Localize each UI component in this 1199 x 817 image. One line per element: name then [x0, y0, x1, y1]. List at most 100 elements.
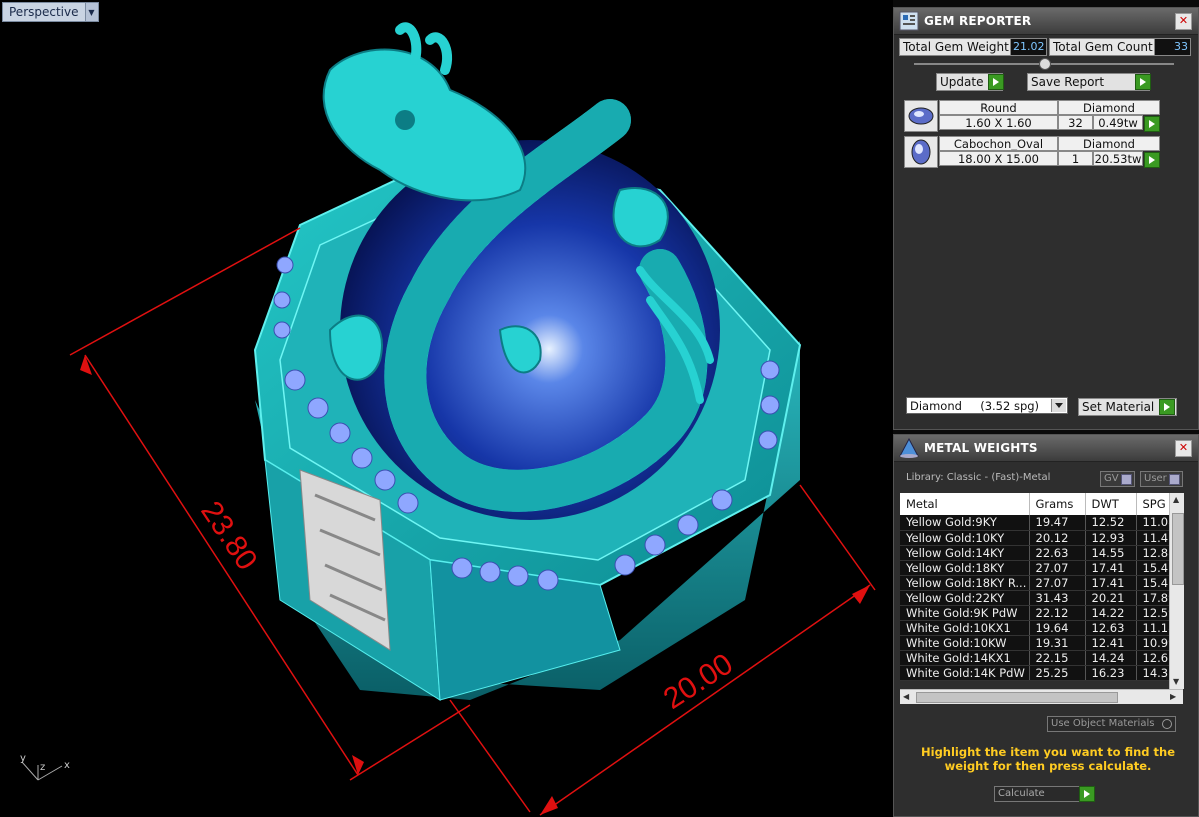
chevron-down-icon[interactable]: [1051, 399, 1066, 412]
table-cell: 12.41: [1085, 635, 1137, 651]
total-gem-weight-label: Total Gem Weight: [899, 38, 1013, 56]
column-header[interactable]: Grams: [1029, 493, 1086, 515]
ring-render: 23.80 20.00 y z x: [20, 22, 876, 816]
table-cell: 12.93: [1085, 530, 1137, 546]
material-select[interactable]: Diamond (3.52 spg): [906, 397, 1068, 414]
table-cell: 14.24: [1085, 650, 1137, 666]
table-row[interactable]: White Gold:14K PdW 25.25 16.23 14.37: [900, 665, 1177, 681]
perspective-viewport[interactable]: 23.80 20.00 y z x Perspective ▼: [0, 0, 893, 817]
save-report-button[interactable]: Save Report: [1027, 73, 1150, 91]
table-cell: Yellow Gold:9KY: [900, 515, 1030, 531]
scroll-left-icon[interactable]: ◀: [903, 692, 909, 701]
gem-row-go-icon[interactable]: [1144, 116, 1160, 132]
viewport-tab[interactable]: Perspective ▼: [2, 2, 99, 22]
radio-icon[interactable]: [1162, 719, 1172, 729]
gem-size: 18.00 X 15.00: [939, 151, 1058, 166]
scrollbar-thumb[interactable]: [1172, 513, 1184, 585]
gem-row-go-icon[interactable]: [1144, 152, 1160, 168]
table-cell: 27.07: [1029, 560, 1086, 576]
table-row[interactable]: White Gold:10KW 19.31 12.41 10.99: [900, 635, 1177, 651]
scroll-down-icon[interactable]: ▼: [1173, 677, 1179, 686]
column-header[interactable]: Metal: [900, 493, 1030, 515]
gem-material: Diamond: [1058, 136, 1160, 151]
update-go-icon[interactable]: [988, 74, 1004, 90]
close-icon[interactable]: ✕: [1175, 13, 1192, 30]
chevron-down-icon[interactable]: ▼: [84, 3, 98, 21]
table-row[interactable]: White Gold:14KX1 22.15 14.24 12.61: [900, 650, 1177, 666]
metal-weights-panel: METAL WEIGHTS ✕ Library: Classic - (Fast…: [893, 434, 1199, 817]
gem-shape: Round: [939, 100, 1058, 115]
total-gem-count-value: 33: [1154, 38, 1191, 56]
gem-weight: 20.53tw: [1093, 151, 1143, 166]
calculate-hint: Highlight the item you want to find the …: [921, 745, 1175, 773]
oval-gem-icon[interactable]: [904, 136, 938, 168]
use-object-materials-toggle[interactable]: Use Object Materials: [1047, 716, 1176, 732]
table-row[interactable]: Yellow Gold:9KY 19.47 12.52 11.08: [900, 515, 1177, 531]
gem-count: 1: [1058, 151, 1093, 166]
calculate-go-icon[interactable]: [1079, 786, 1095, 802]
table-cell: 19.31: [1029, 635, 1086, 651]
table-cell: 22.15: [1029, 650, 1086, 666]
viewport-tab-label: Perspective: [9, 5, 79, 19]
table-cell: 17.41: [1085, 560, 1137, 576]
table-cell: 19.64: [1029, 620, 1086, 636]
gem-size: 1.60 X 1.60: [939, 115, 1058, 130]
table-cell: Yellow Gold:10KY: [900, 530, 1030, 546]
table-row[interactable]: Yellow Gold:10KY 20.12 12.93 11.45: [900, 530, 1177, 546]
table-cell: 20.21: [1085, 590, 1137, 606]
table-cell: 25.25: [1029, 665, 1086, 681]
table-cell: White Gold:14KX1: [900, 650, 1030, 666]
gem-reporter-title: GEM REPORTER: [924, 14, 1032, 28]
table-cell: 20.12: [1029, 530, 1086, 546]
round-gem-icon[interactable]: [904, 100, 938, 132]
material-select-value: Diamond (3.52 spg): [910, 399, 1040, 413]
scrollbar-thumb[interactable]: [916, 692, 1118, 703]
gv-toggle[interactable]: GV: [1100, 471, 1135, 487]
scroll-up-icon[interactable]: ▲: [1173, 495, 1179, 504]
save-report-go-icon[interactable]: [1135, 74, 1151, 90]
table-cell: Yellow Gold:18KY R...: [900, 575, 1030, 591]
table-cell: 12.52: [1085, 515, 1137, 531]
table-cell: 27.07: [1029, 575, 1086, 591]
table-cell: 31.43: [1029, 590, 1086, 606]
dimension-width-label: 20.00: [658, 647, 739, 716]
horizontal-scrollbar[interactable]: ◀ ▶: [900, 689, 1183, 704]
table-cell: 12.63: [1085, 620, 1137, 636]
table-cell: White Gold:9K PdW: [900, 605, 1030, 621]
gem-reporter-titlebar: GEM REPORTER ✕: [894, 8, 1198, 35]
table-cell: Yellow Gold:22KY: [900, 590, 1030, 606]
vertical-scrollbar[interactable]: ▲ ▼: [1169, 493, 1184, 689]
table-cell: Yellow Gold:14KY: [900, 545, 1030, 561]
table-row[interactable]: Yellow Gold:18KY R... 27.07 17.41 15.41: [900, 575, 1177, 591]
total-gem-weight-value: 21.02: [1010, 38, 1047, 56]
table-row[interactable]: Yellow Gold:22KY 31.43 20.21 17.89: [900, 590, 1177, 606]
table-cell: 14.55: [1085, 545, 1137, 561]
scroll-right-icon[interactable]: ▶: [1170, 692, 1176, 701]
table-row[interactable]: White Gold:10KX1 19.64 12.63 11.18: [900, 620, 1177, 636]
user-toggle[interactable]: User: [1140, 471, 1183, 487]
table-row[interactable]: Yellow Gold:14KY 22.63 14.55 12.88: [900, 545, 1177, 561]
set-material-go-icon[interactable]: [1159, 399, 1175, 415]
set-material-button-label: Set Material: [1082, 400, 1155, 414]
close-icon[interactable]: ✕: [1175, 440, 1192, 457]
table-cell: White Gold:14K PdW: [900, 665, 1030, 681]
gem-shape: Cabochon_Oval: [939, 136, 1058, 151]
table-cell: White Gold:10KX1: [900, 620, 1030, 636]
use-object-materials-label: Use Object Materials: [1051, 718, 1155, 729]
gem-size-slider[interactable]: [914, 58, 1174, 70]
slider-handle[interactable]: [1039, 58, 1051, 70]
metal-weights-title: METAL WEIGHTS: [924, 441, 1038, 455]
toggle-icon: [1169, 474, 1180, 485]
table-row[interactable]: Yellow Gold:18KY 27.07 17.41 15.41: [900, 560, 1177, 576]
table-header-row: Metal Grams DWT SPG: [900, 493, 1177, 515]
metal-weights-titlebar: METAL WEIGHTS ✕: [894, 435, 1198, 462]
dimension-height-label: 23.80: [194, 495, 263, 576]
total-gem-count-label: Total Gem Count: [1049, 38, 1157, 56]
table-row[interactable]: White Gold:9K PdW 22.12 14.22 12.59: [900, 605, 1177, 621]
axis-y-label: y: [20, 753, 26, 764]
update-button-label: Update: [940, 75, 984, 89]
metal-weights-icon: [898, 437, 920, 459]
table-cell: 22.12: [1029, 605, 1086, 621]
gem-count: 32: [1058, 115, 1093, 130]
column-header[interactable]: DWT: [1085, 493, 1137, 515]
